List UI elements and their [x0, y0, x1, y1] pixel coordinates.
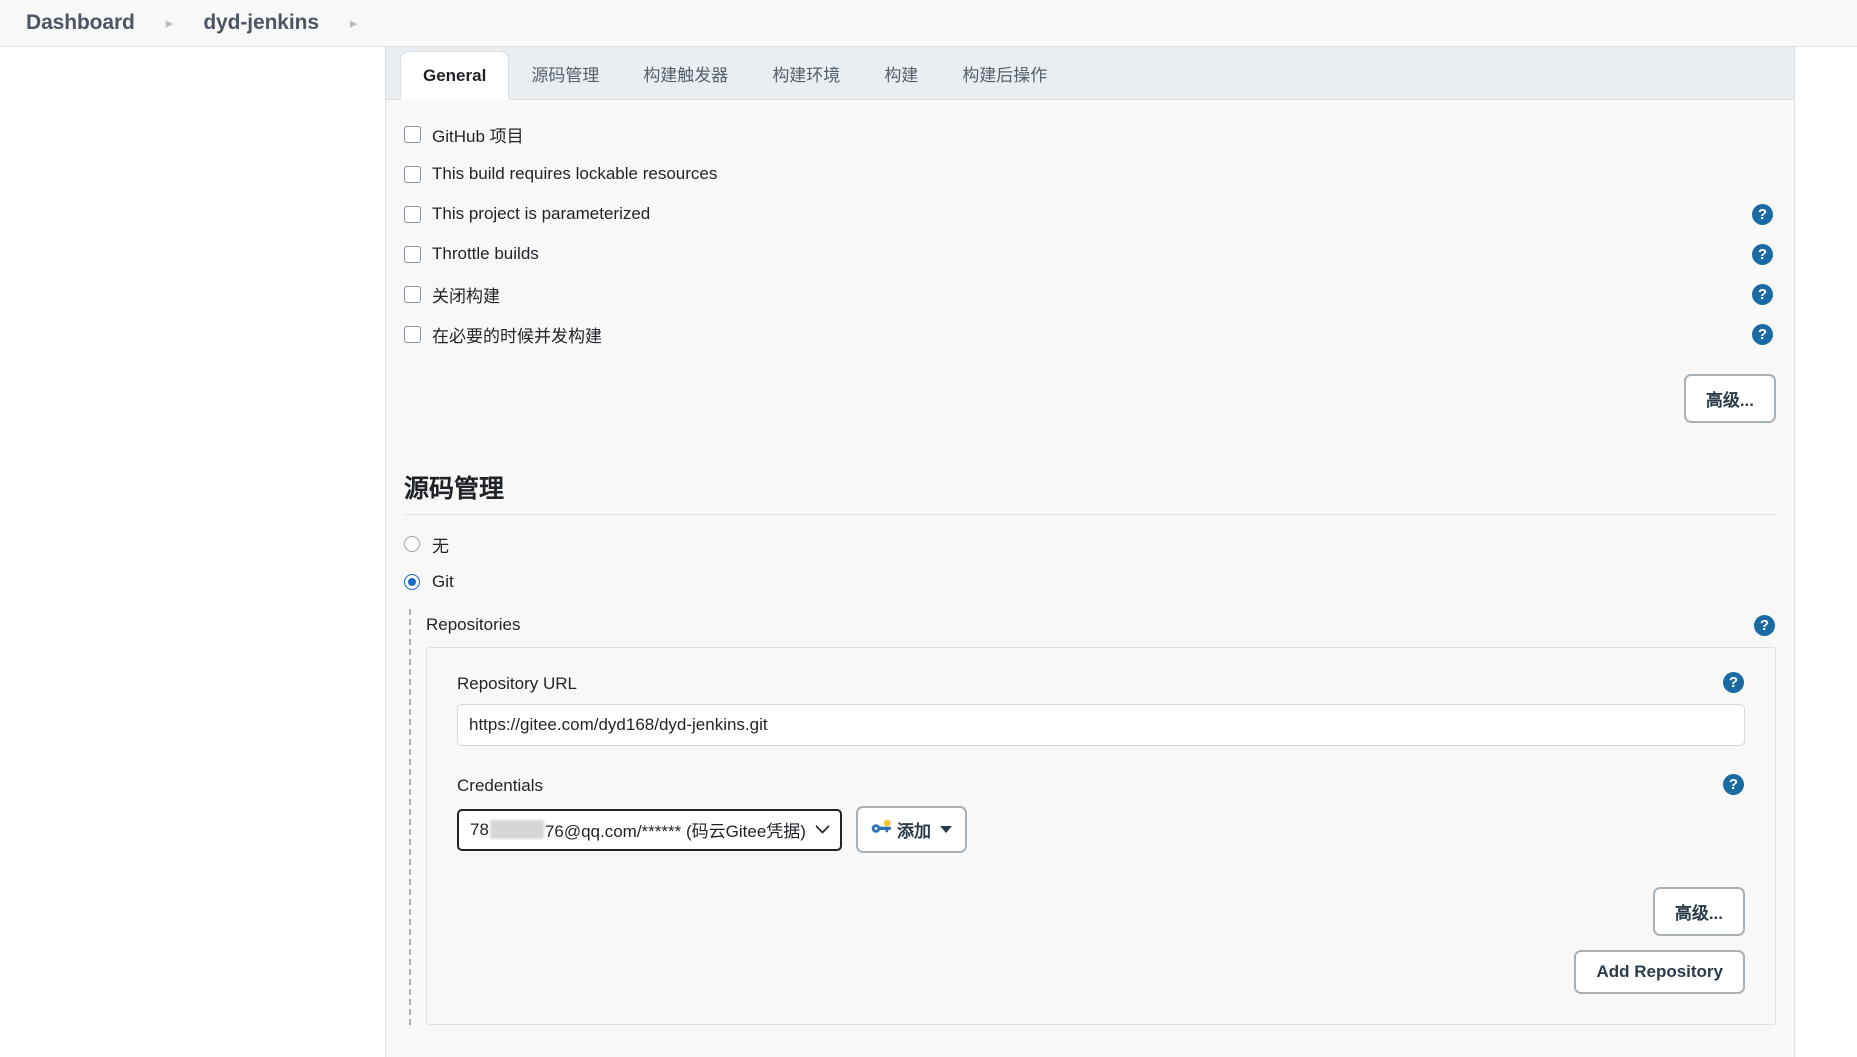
- tab-source-code-management[interactable]: 源码管理: [509, 52, 621, 99]
- general-advanced-button-row: 高级...: [386, 354, 1794, 423]
- checkbox-github-project-label: GitHub 项目: [432, 126, 524, 146]
- tab-general-label: General: [423, 66, 487, 85]
- breadcrumb-item-dashboard[interactable]: Dashboard: [22, 11, 139, 35]
- radio-scm-git-label: Git: [432, 572, 454, 591]
- repository-url-label: Repository URL: [457, 674, 577, 693]
- checkbox-throttle-builds[interactable]: [404, 245, 421, 263]
- credentials-value-prefix: 78: [470, 819, 489, 839]
- checkbox-concurrent-build-label: 在必要的时候并发构建: [432, 326, 602, 346]
- config-tabbar: General 源码管理 构建触发器 构建环境 构建 构建后操作: [386, 47, 1794, 100]
- breadcrumb: Dashboard ▸ dyd-jenkins ▸: [0, 0, 1857, 47]
- tab-build-label: 构建: [884, 66, 919, 85]
- help-icon-disable-build[interactable]: ?: [1752, 284, 1773, 305]
- checkbox-throttle-builds-label: Throttle builds: [432, 244, 539, 263]
- credentials-redacted-block: [489, 820, 544, 839]
- git-block-guide-line: [409, 609, 411, 1025]
- radio-row-git[interactable]: Git: [386, 563, 1794, 601]
- checkbox-row-lockable-resources[interactable]: This build requires lockable resources: [386, 154, 1794, 194]
- tab-build-triggers[interactable]: 构建触发器: [621, 52, 750, 99]
- checkbox-github-project[interactable]: [404, 125, 421, 143]
- page-body: General 源码管理 构建触发器 构建环境 构建 构建后操作 GitHub …: [0, 47, 1857, 1057]
- repository-panel: Repository URL ? Credentials 78 76@qq.com…: [426, 647, 1776, 1025]
- tab-build-environment[interactable]: 构建环境: [750, 52, 862, 99]
- left-gutter: [0, 47, 385, 1057]
- checkbox-lockable-resources-label: This build requires lockable resources: [432, 164, 718, 183]
- checkbox-parameterized[interactable]: [404, 205, 421, 223]
- credentials-label: Credentials: [457, 776, 543, 795]
- credentials-select[interactable]: 78 76@qq.com/****** (码云Gitee凭据): [457, 808, 842, 851]
- radio-scm-none-label: 无: [432, 536, 449, 556]
- checkbox-row-parameterized[interactable]: This project is parameterized ?: [386, 194, 1794, 234]
- tab-post-build-actions[interactable]: 构建后操作: [940, 52, 1069, 99]
- credentials-value-suffix: 76@qq.com/****** (码云Gitee凭据): [544, 822, 806, 841]
- tab-build-environment-label: 构建环境: [772, 66, 841, 85]
- breadcrumb-separator-icon-2: ▸: [349, 14, 358, 32]
- git-scm-block: Repositories ? Repository URL ? Credenti…: [386, 609, 1794, 1025]
- config-content: GitHub 项目 This build requires lockable r…: [386, 100, 1794, 1025]
- checkbox-disable-build[interactable]: [404, 285, 421, 303]
- repository-advanced-button[interactable]: 高级...: [1652, 887, 1745, 936]
- checkbox-row-github-project[interactable]: GitHub 项目: [386, 114, 1794, 154]
- radio-scm-git[interactable]: [404, 574, 420, 590]
- radio-row-none[interactable]: 无: [386, 525, 1794, 563]
- help-icon-parameterized[interactable]: ?: [1752, 204, 1773, 225]
- checkbox-parameterized-label: This project is parameterized: [432, 204, 651, 223]
- repository-url-field: Repository URL ?: [457, 672, 1745, 746]
- repository-panel-buttons: 高级... Add Repository: [457, 887, 1745, 994]
- checkbox-row-throttle-builds[interactable]: Throttle builds ?: [386, 234, 1794, 274]
- help-icon-credentials[interactable]: ?: [1723, 774, 1744, 795]
- checkbox-row-concurrent-build[interactable]: 在必要的时候并发构建 ?: [386, 314, 1794, 354]
- right-gutter: [1796, 47, 1857, 1057]
- help-icon-repository-url[interactable]: ?: [1723, 672, 1744, 693]
- checkbox-disable-build-label: 关闭构建: [432, 286, 500, 306]
- add-repository-button[interactable]: Add Repository: [1574, 950, 1745, 994]
- breadcrumb-item-job[interactable]: dyd-jenkins: [199, 11, 323, 35]
- credentials-row: 78 76@qq.com/****** (码云Gitee凭据) 添加: [457, 806, 1745, 853]
- help-icon-repositories[interactable]: ?: [1754, 615, 1775, 636]
- help-icon-concurrent-build[interactable]: ?: [1752, 324, 1773, 345]
- tab-build-triggers-label: 构建触发器: [643, 66, 729, 85]
- add-credentials-label: 添加: [897, 822, 931, 841]
- tab-build[interactable]: 构建: [862, 52, 940, 99]
- scm-radio-group: 无 Git: [386, 515, 1794, 601]
- general-checkbox-list: GitHub 项目 This build requires lockable r…: [386, 100, 1794, 354]
- general-advanced-button[interactable]: 高级...: [1683, 374, 1776, 423]
- tab-general[interactable]: General: [400, 51, 510, 100]
- tab-source-code-management-label: 源码管理: [531, 66, 600, 85]
- config-form-column: General 源码管理 构建触发器 构建环境 构建 构建后操作 GitHub …: [385, 47, 1795, 1057]
- add-credentials-button[interactable]: 添加: [856, 806, 967, 853]
- checkbox-row-disable-build[interactable]: 关闭构建 ?: [386, 274, 1794, 314]
- credentials-field: Credentials 78 76@qq.com/****** (码云Gitee凭…: [457, 774, 1745, 853]
- key-icon: [871, 819, 893, 840]
- credentials-select-wrap: 78 76@qq.com/****** (码云Gitee凭据): [457, 808, 842, 851]
- help-icon-throttle-builds[interactable]: ?: [1752, 244, 1773, 265]
- radio-scm-none[interactable]: [404, 536, 420, 552]
- tab-post-build-actions-label: 构建后操作: [962, 66, 1048, 85]
- checkbox-concurrent-build[interactable]: [404, 325, 421, 343]
- caret-down-icon: [940, 826, 952, 833]
- scm-section-title: 源码管理: [404, 475, 505, 503]
- repositories-label: Repositories: [426, 615, 521, 634]
- checkbox-lockable-resources[interactable]: [404, 165, 421, 183]
- repository-url-input[interactable]: [457, 704, 1745, 746]
- breadcrumb-separator-icon: ▸: [165, 14, 174, 32]
- scm-section: 源码管理: [386, 469, 1794, 515]
